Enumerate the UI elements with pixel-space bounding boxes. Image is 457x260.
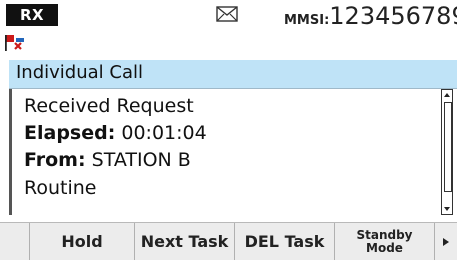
standby-mode-button[interactable]: Standby Mode [335,223,435,260]
mmsi-readout: MMSI: 123456789 [284,2,457,30]
scrollbar[interactable] [441,89,453,215]
call-status-text: Received Request [24,95,194,117]
softkey-bar: Hold Next Task DEL Task Standby Mode [0,222,457,260]
status-bar: RX MMSI: 123456789 [0,0,457,30]
from-row: From: STATION B [24,149,191,171]
category-text: Routine [24,177,97,199]
dsc-screen: RX MMSI: 123456789 Individual Call Recei… [0,0,457,260]
from-label: From: [24,149,86,171]
page-title: Individual Call [16,62,143,83]
scroll-up-arrow-icon[interactable] [443,91,451,99]
standby-mode-label-line1: Standby [356,227,413,242]
mmsi-value: 123456789 [329,2,457,30]
mmsi-label: MMSI: [284,13,330,28]
title-bar: Individual Call [9,60,457,89]
standby-mode-label-line2: Mode [366,240,403,255]
flag-icon [5,35,24,51]
arrow-right-icon[interactable] [441,237,451,247]
rx-badge: RX [6,4,58,26]
from-value: STATION B [91,149,191,171]
scrollbar-thumb[interactable] [444,102,452,192]
hold-button[interactable]: Hold [30,223,135,260]
call-details-panel: Received Request Elapsed: 00:01:04 From:… [9,89,452,215]
elapsed-row: Elapsed: 00:01:04 [24,122,207,144]
scroll-down-arrow-icon[interactable] [443,205,451,213]
softkey-blank [0,223,30,260]
del-task-button[interactable]: DEL Task [235,223,335,260]
elapsed-value: 00:01:04 [121,122,207,144]
elapsed-label: Elapsed: [24,122,116,144]
next-task-button[interactable]: Next Task [135,223,235,260]
envelope-icon [216,6,238,22]
